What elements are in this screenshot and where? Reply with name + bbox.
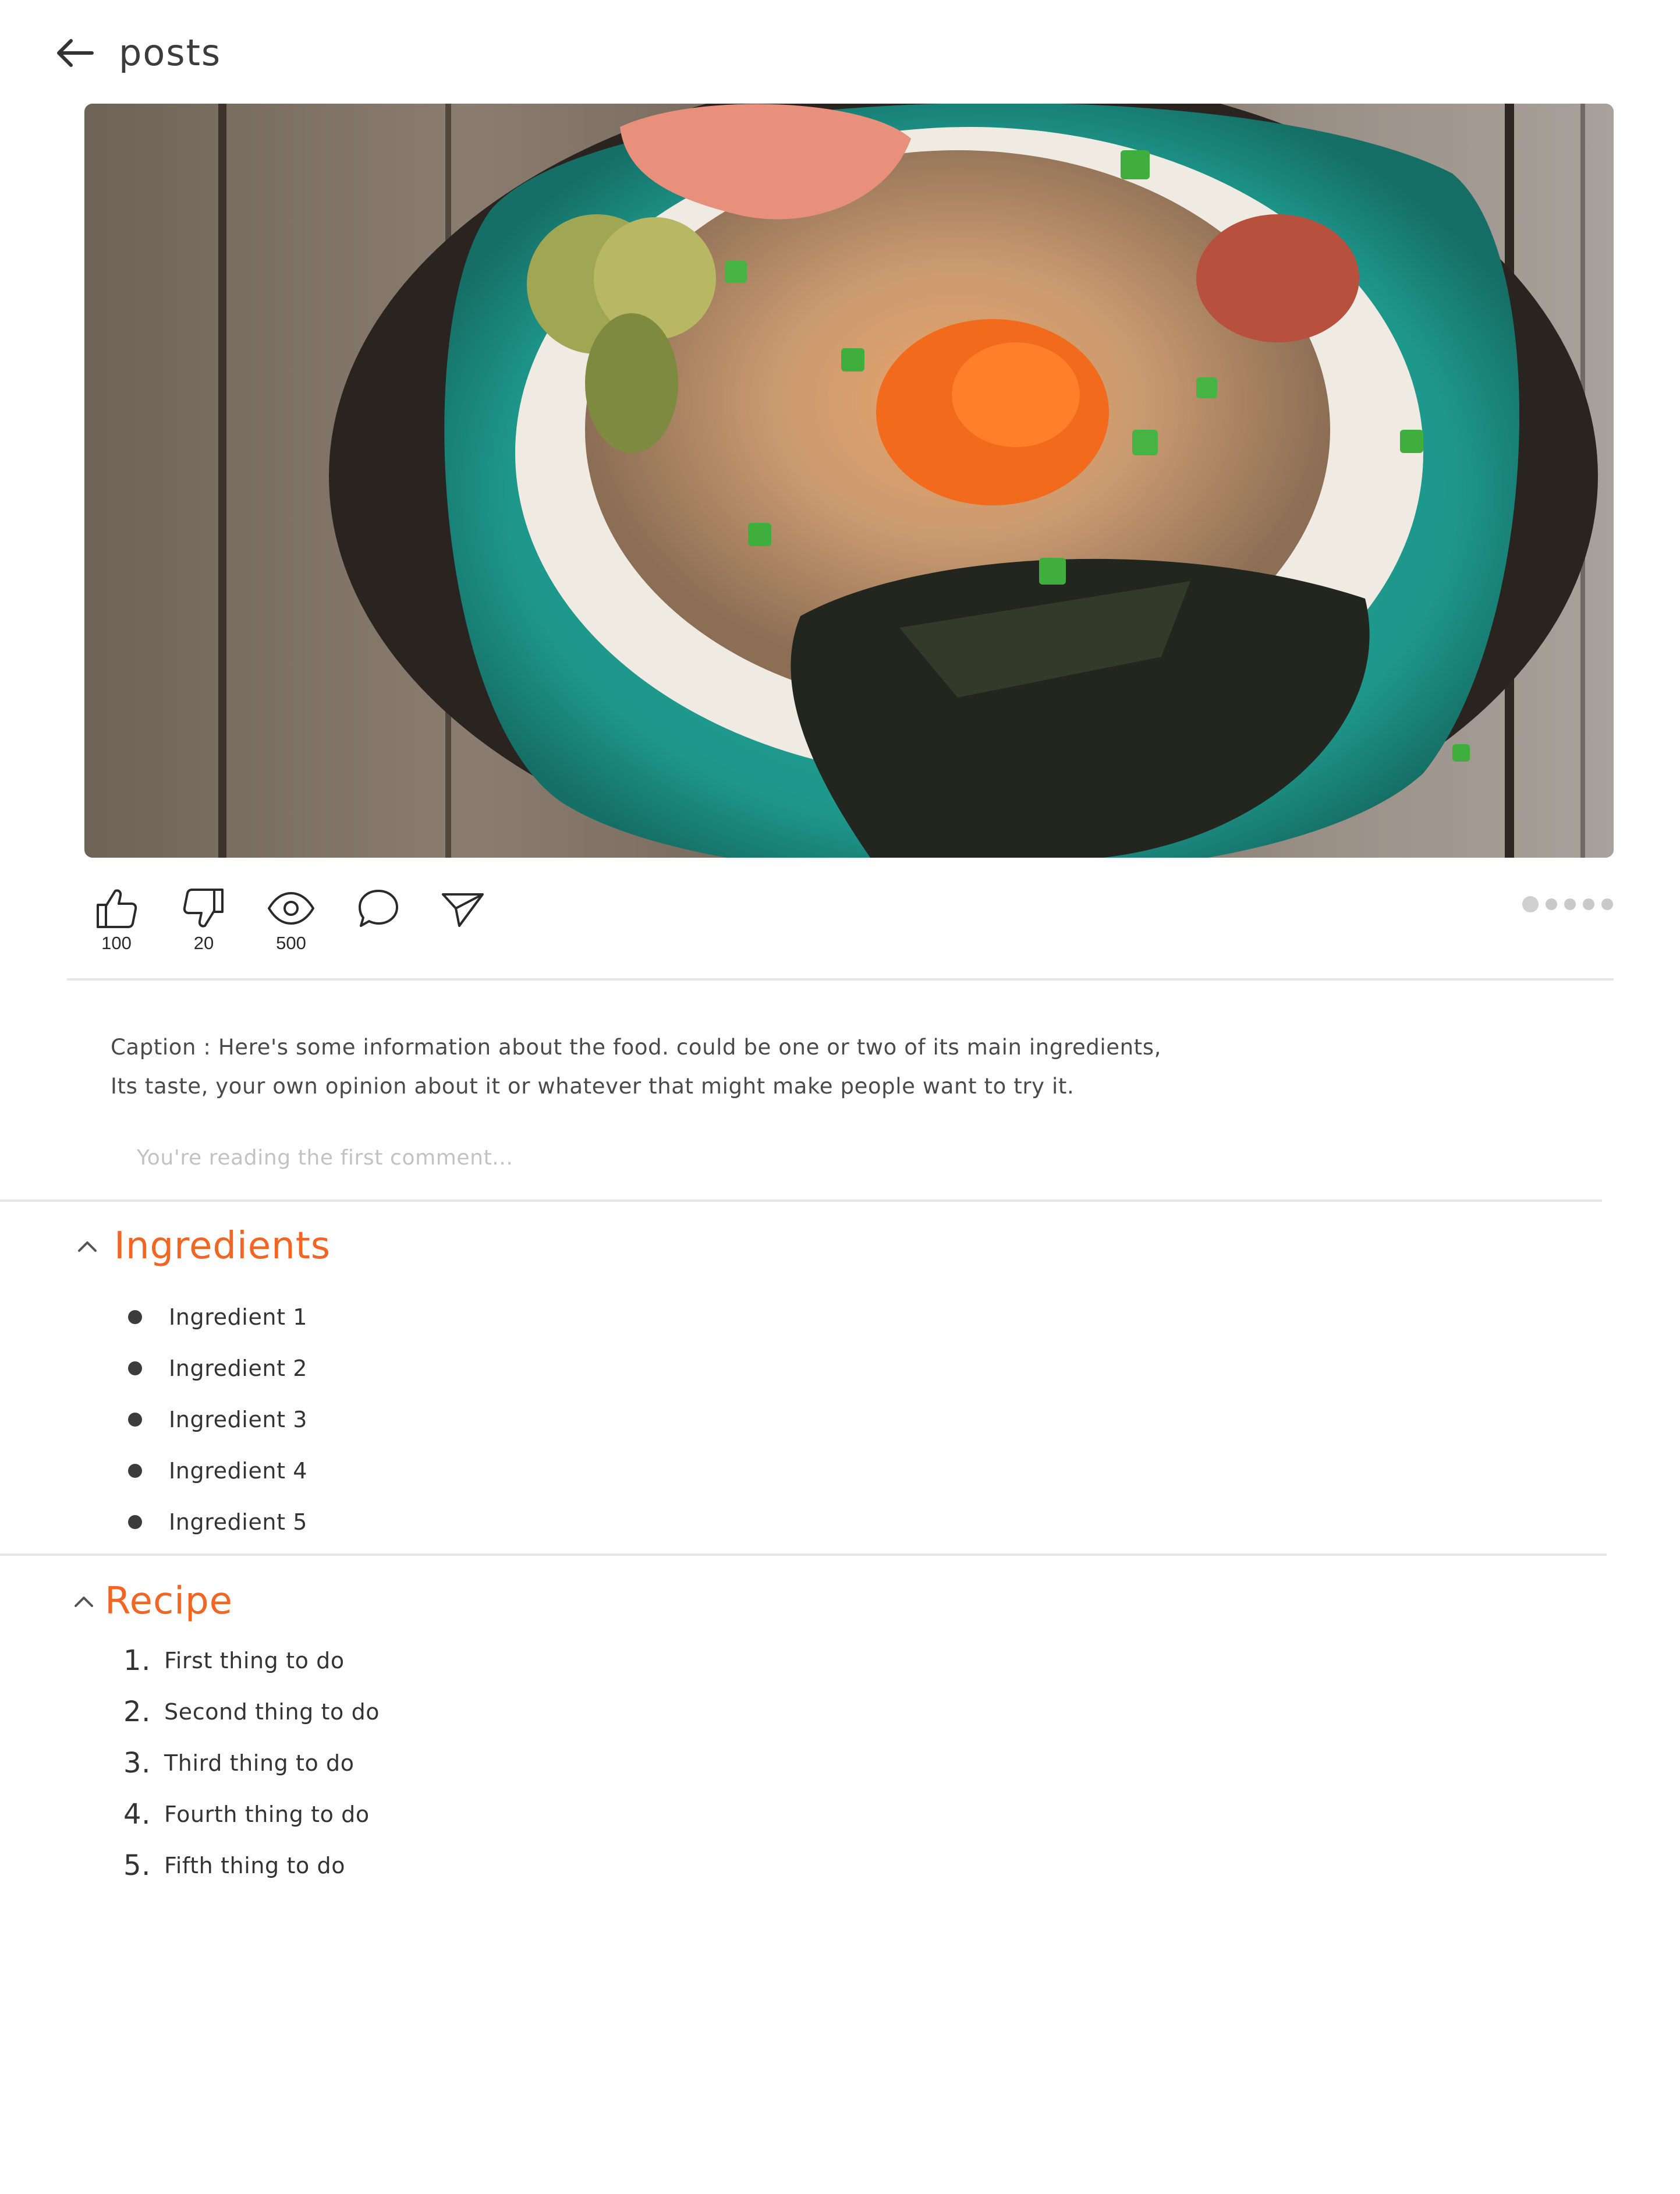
step-number: 4.	[123, 1798, 151, 1831]
list-item: Ingredient 4	[128, 1445, 307, 1496]
step-number: 5.	[123, 1849, 151, 1882]
step-number: 1.	[123, 1644, 151, 1677]
step-label: Second thing to do	[164, 1699, 380, 1725]
dislike-count: 20	[193, 933, 214, 953]
recipe-title: Recipe	[105, 1580, 233, 1623]
arrow-left-icon[interactable]	[56, 38, 94, 68]
pager-dot[interactable]	[1601, 898, 1613, 910]
comment-hint-link[interactable]: You're reading the first comment...	[137, 1146, 513, 1170]
ingredient-label: Ingredient 2	[169, 1356, 308, 1381]
carousel-pager[interactable]	[1522, 896, 1620, 913]
step-label: Third thing to do	[164, 1750, 355, 1776]
recipe-steps-list: 1. First thing to do 2. Second thing to do…	[123, 1635, 380, 1891]
bullet	[128, 1413, 142, 1427]
views-count: 500	[276, 933, 306, 953]
chevron-up-icon[interactable]	[73, 1594, 94, 1608]
food-bowl-illustration	[84, 104, 1614, 858]
chevron-up-icon[interactable]	[77, 1239, 98, 1253]
list-item: Ingredient 1	[128, 1291, 307, 1343]
step-number: 2.	[123, 1696, 151, 1728]
send-icon	[442, 893, 484, 927]
ingredients-title: Ingredients	[114, 1225, 331, 1268]
recipe-section-header[interactable]: Recipe	[73, 1583, 233, 1620]
share-button[interactable]	[428, 884, 498, 933]
comment-bubble-icon	[359, 890, 398, 927]
list-item: Ingredient 5	[128, 1496, 307, 1548]
ingredients-list: Ingredient 1 Ingredient 2 Ingredient 3 I…	[128, 1291, 307, 1548]
eye-icon	[268, 892, 314, 925]
dislike-button[interactable]: 20	[169, 884, 239, 952]
like-count: 100	[101, 933, 132, 953]
list-item: 1. First thing to do	[123, 1635, 380, 1686]
bullet	[128, 1310, 142, 1324]
step-label: Fourth thing to do	[164, 1802, 370, 1827]
pager-dot[interactable]	[1564, 898, 1576, 910]
ingredient-label: Ingredient 1	[169, 1304, 308, 1330]
bullet	[128, 1515, 142, 1529]
pager-dot[interactable]	[1546, 898, 1557, 910]
comment-button[interactable]	[343, 884, 413, 933]
divider	[0, 1554, 1607, 1556]
pager-dot-active[interactable]	[1522, 896, 1539, 912]
list-item: 3. Third thing to do	[123, 1737, 380, 1789]
post-caption: Caption : Here's some information about …	[111, 1035, 1162, 1099]
page-title: posts	[119, 31, 222, 74]
list-item: Ingredient 2	[128, 1343, 307, 1394]
step-label: First thing to do	[164, 1648, 345, 1673]
list-item: 4. Fourth thing to do	[123, 1789, 380, 1840]
thumbs-down-icon	[183, 889, 224, 928]
list-item: Ingredient 3	[128, 1394, 307, 1445]
step-label: Fifth thing to do	[164, 1853, 346, 1878]
list-item: 2. Second thing to do	[123, 1686, 380, 1737]
bullet	[128, 1464, 142, 1478]
thumbs-up-icon	[97, 889, 137, 928]
like-button[interactable]: 100	[81, 884, 151, 952]
divider	[0, 1199, 1602, 1202]
bullet	[128, 1361, 142, 1375]
post-actions: 100 20 500	[81, 884, 547, 960]
ingredient-label: Ingredient 4	[169, 1458, 308, 1484]
ingredient-label: Ingredient 5	[169, 1509, 308, 1535]
divider	[67, 978, 1614, 981]
step-number: 3.	[123, 1747, 151, 1779]
list-item: 5. Fifth thing to do	[123, 1840, 380, 1891]
pager-dot[interactable]	[1583, 898, 1594, 910]
ingredient-label: Ingredient 3	[169, 1407, 308, 1432]
ingredients-section-header[interactable]: Ingredients	[77, 1227, 331, 1265]
food-photo[interactable]	[84, 104, 1614, 858]
views-indicator: 500	[256, 884, 326, 952]
header-bar: posts	[56, 28, 221, 78]
